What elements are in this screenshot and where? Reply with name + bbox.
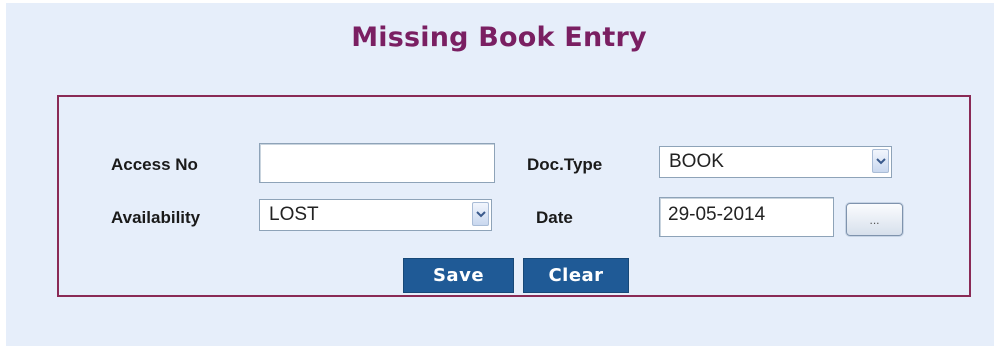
chevron-down-icon[interactable]: [472, 202, 489, 226]
doc-type-select[interactable]: BOOK: [659, 146, 892, 178]
doc-type-label: Doc.Type: [527, 155, 603, 174]
missing-book-form: [57, 95, 971, 297]
page-title: Missing Book Entry: [351, 22, 647, 53]
date-input[interactable]: 29-05-2014: [659, 197, 834, 237]
date-label: Date: [536, 208, 573, 227]
availability-value: LOST: [269, 204, 319, 225]
clear-button[interactable]: Clear: [523, 258, 629, 293]
date-picker-button[interactable]: ...: [846, 203, 903, 236]
doc-type-value: BOOK: [669, 151, 724, 172]
save-button[interactable]: Save: [403, 258, 514, 293]
access-no-label: Access No: [111, 155, 198, 174]
availability-label: Availability: [111, 208, 201, 227]
availability-select[interactable]: LOST: [259, 199, 492, 231]
chevron-down-icon[interactable]: [872, 149, 889, 173]
access-no-input[interactable]: [259, 143, 495, 183]
